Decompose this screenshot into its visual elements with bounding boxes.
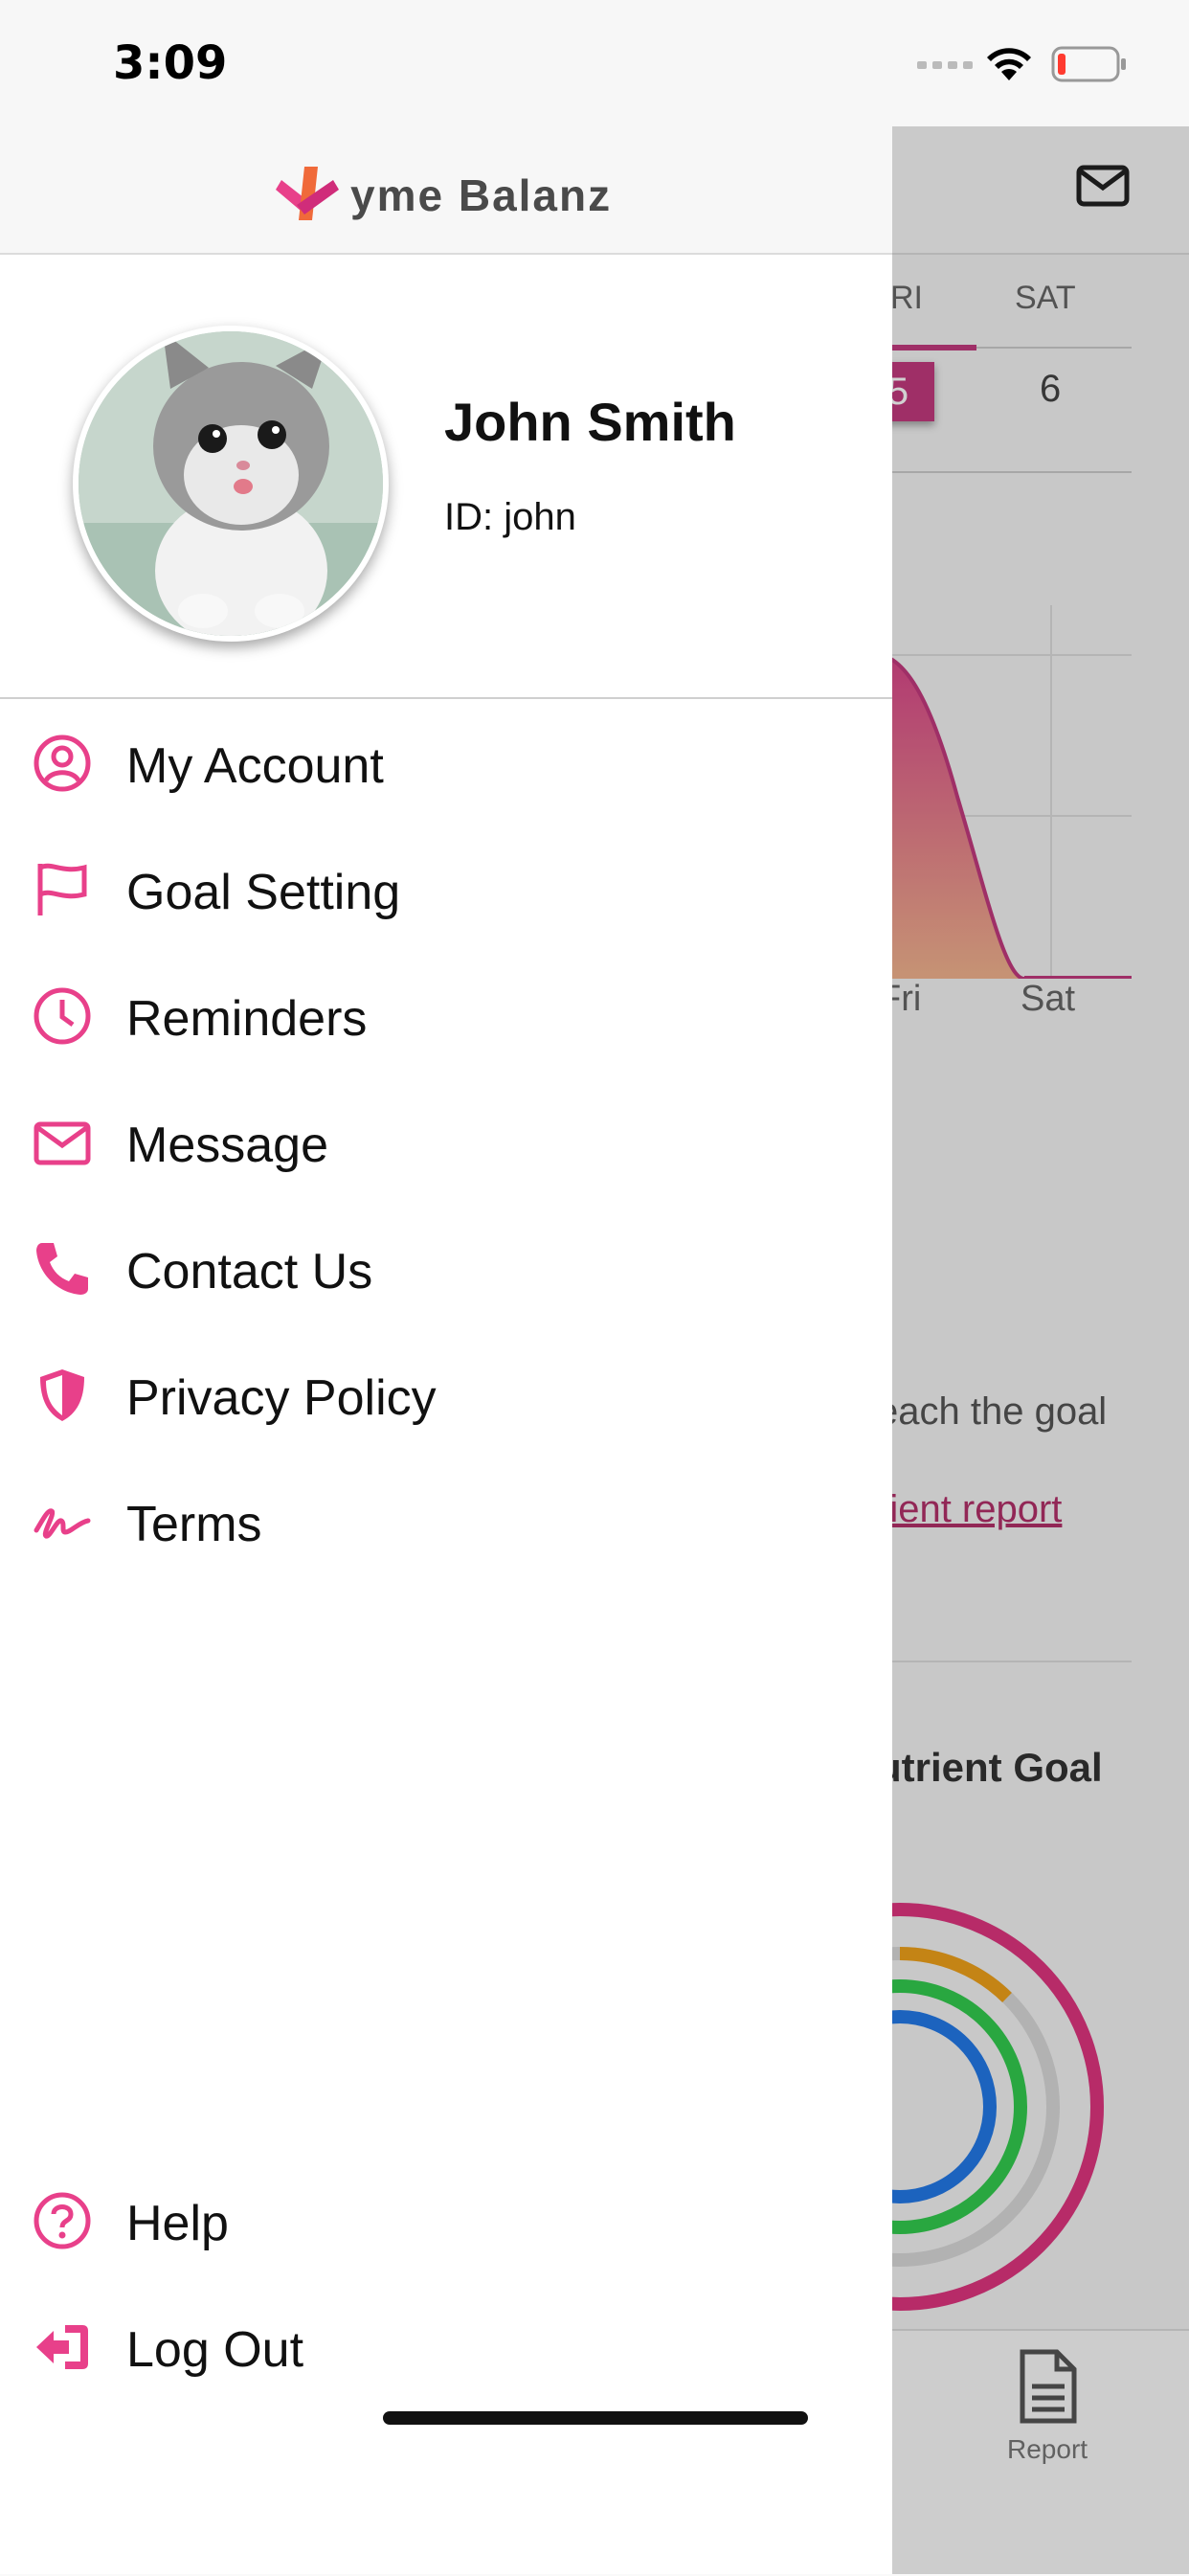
menu-label: Message [126, 1118, 328, 1173]
user-id: ID: john [444, 496, 576, 538]
side-drawer: yme Balanz John Smith ID: john My Accoun… [0, 126, 892, 2574]
profile-section: John Smith ID: john [0, 255, 892, 697]
menu-item-my-account[interactable]: My Account [0, 699, 892, 825]
brand-logo: yme Balanz [276, 163, 612, 228]
brand-name: yme Balanz [350, 170, 613, 220]
user-name: John Smith [444, 392, 736, 452]
menu-item-message[interactable]: Message [0, 1078, 892, 1205]
battery-icon [1051, 46, 1126, 82]
avatar[interactable] [73, 326, 389, 642]
brand-mark-icon [276, 167, 339, 220]
shield-icon [40, 1369, 84, 1421]
status-time: 3:09 [113, 36, 228, 90]
menu-item-log-out[interactable]: Log Out [0, 2283, 892, 2409]
menu-label: My Account [126, 738, 384, 794]
flag-icon [37, 863, 87, 915]
menu-item-help[interactable]: Help [0, 2157, 892, 2283]
question-circle-icon [34, 2192, 91, 2249]
menu-label: Goal Setting [126, 865, 401, 920]
menu-label: Contact Us [126, 1244, 373, 1299]
menu-item-reminders[interactable]: Reminders [0, 952, 892, 1078]
wifi-icon [987, 48, 1031, 80]
phone-icon [36, 1243, 88, 1295]
envelope-icon [34, 1121, 91, 1165]
user-circle-icon [34, 734, 91, 792]
drawer-header: yme Balanz [0, 126, 892, 255]
menu-label: Reminders [126, 991, 368, 1047]
menu-item-goal-setting[interactable]: Goal Setting [0, 825, 892, 952]
menu-item-contact-us[interactable]: Contact Us [0, 1205, 892, 1331]
menu-item-terms[interactable]: Terms [0, 1457, 892, 1584]
home-indicator[interactable] [383, 2411, 808, 2425]
menu-label: Log Out [126, 2322, 304, 2378]
menu-item-privacy-policy[interactable]: Privacy Policy [0, 1331, 892, 1457]
clock-icon [34, 987, 91, 1045]
kitten-avatar-image [79, 331, 383, 636]
menu-label: Help [126, 2196, 229, 2251]
cellular-signal-icon [917, 61, 973, 69]
signature-icon [34, 1508, 91, 1539]
status-bar: 3:09 [0, 0, 1189, 126]
menu-label: Privacy Policy [126, 1370, 437, 1426]
menu-label: Terms [126, 1497, 262, 1552]
logout-icon [36, 2325, 88, 2369]
